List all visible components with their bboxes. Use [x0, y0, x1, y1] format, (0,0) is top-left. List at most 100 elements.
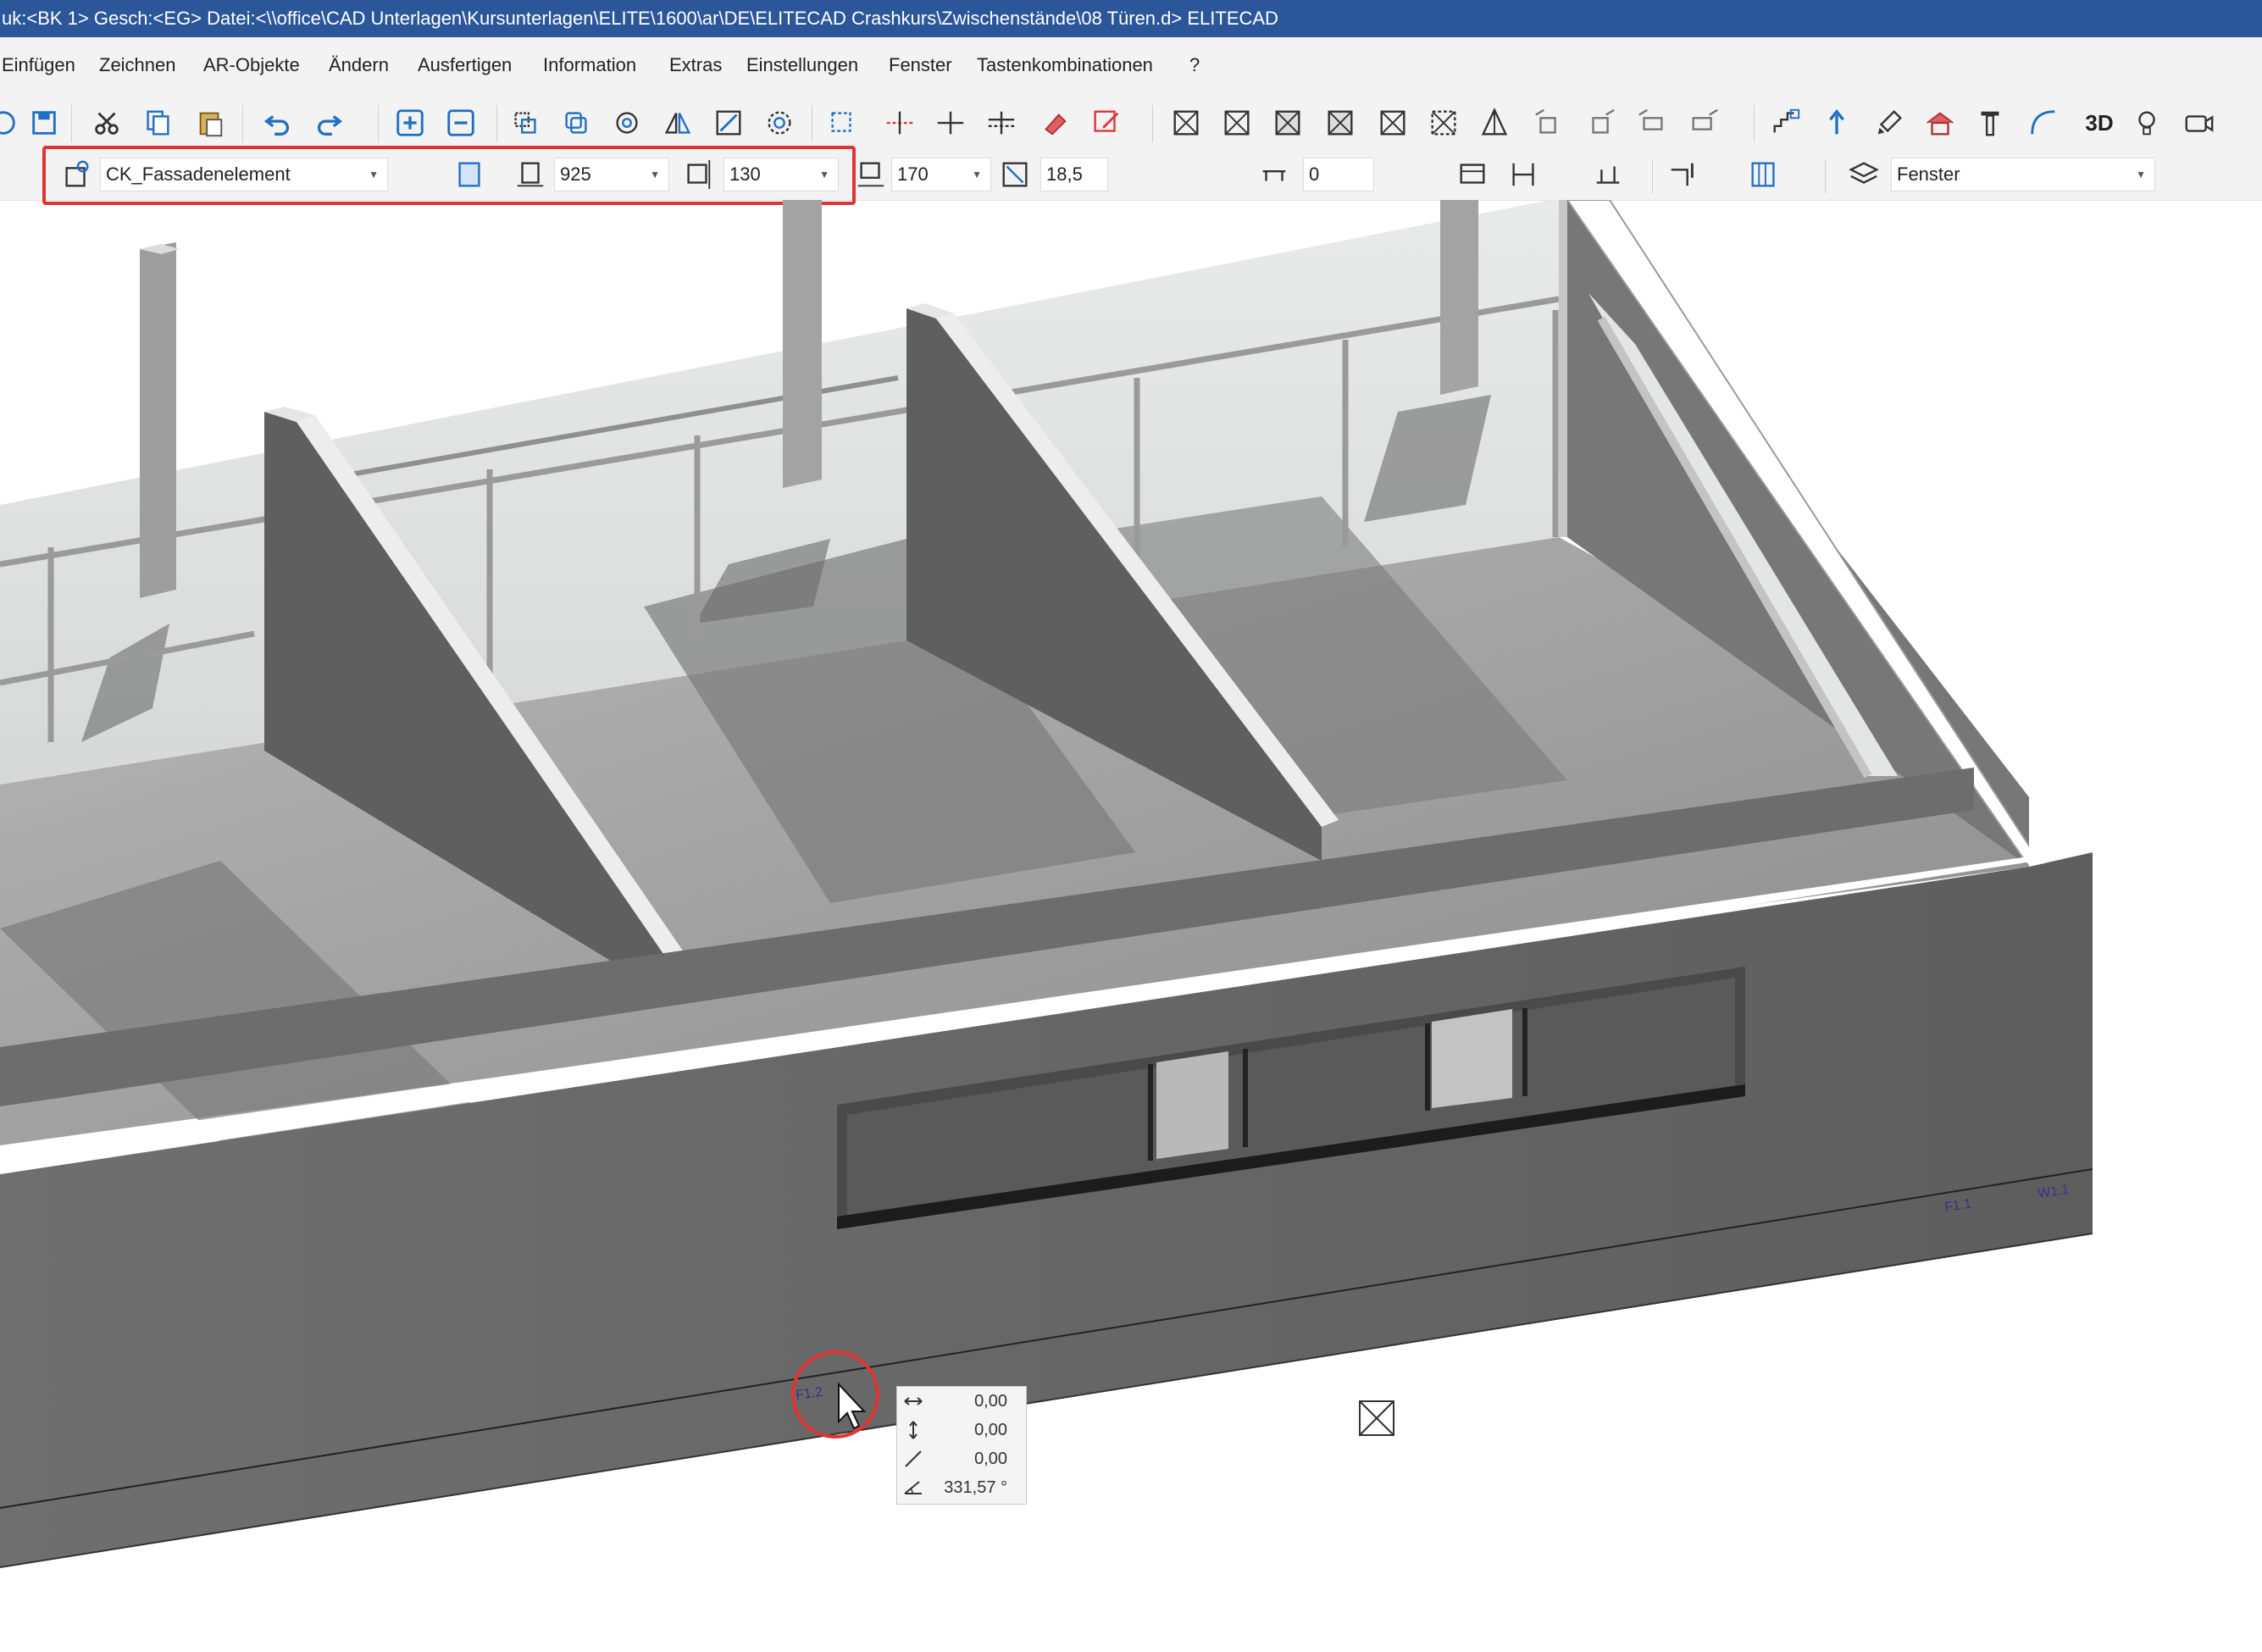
zoom-in-icon[interactable]: [391, 104, 429, 141]
sill-height-value: 170: [897, 164, 929, 185]
window-object-icon[interactable]: [1269, 104, 1306, 141]
offset-icon[interactable]: [1256, 156, 1293, 193]
3d-viewport[interactable]: F1.1 W1.1 F1.2: [0, 200, 2262, 1652]
coord-dx-value: 0,00: [974, 1392, 1007, 1411]
mirror-icon[interactable]: [659, 104, 696, 141]
door-icon[interactable]: [1583, 104, 1620, 141]
scale-icon[interactable]: [710, 104, 747, 141]
edit-pen-icon[interactable]: [1088, 104, 1125, 141]
paint-brush-icon[interactable]: [1871, 104, 1908, 141]
3d-view-icon[interactable]: 3D: [2076, 104, 2123, 141]
menu-extras[interactable]: Extras: [669, 54, 722, 76]
sill-height-input[interactable]: 170 ▼: [891, 158, 991, 191]
menu-information[interactable]: Information: [543, 54, 636, 76]
roof-icon[interactable]: [1921, 104, 1959, 141]
coord-dy-value: 0,00: [974, 1421, 1007, 1439]
window-object-icon[interactable]: [1218, 104, 1256, 141]
coordinate-tooltip: 0,00 0,00 0,00 331,57 °: [896, 1386, 1027, 1505]
grid-settings-icon[interactable]: [1745, 156, 1782, 193]
menu-ar-objekte[interactable]: AR-Objekte: [203, 54, 300, 76]
diagonal-arrow-icon: [905, 1450, 922, 1467]
chevron-down-icon: ▼: [2136, 169, 2146, 180]
3d-label: 3D: [2085, 109, 2114, 136]
coord-dz-value: 0,00: [974, 1450, 1007, 1468]
redo-icon[interactable]: [310, 104, 347, 141]
toolbar-separator: [71, 105, 72, 142]
back-right-wall-edge: [1559, 200, 1567, 537]
window-object-icon[interactable]: [1322, 104, 1359, 141]
angle-icon[interactable]: [996, 156, 1034, 193]
menu-einfuegen[interactable]: Einfügen: [2, 54, 75, 76]
property-highlight-box: [42, 146, 856, 205]
column: [140, 242, 176, 598]
window-title: uk:<BK 1> Gesch:<EG> Datei:<\\office\CAD…: [2, 8, 1278, 29]
door-icon[interactable]: [1633, 104, 1671, 141]
array-icon[interactable]: [761, 104, 798, 141]
offset-value: 0: [1309, 164, 1320, 185]
menu-tastenkombinationen[interactable]: Tastenkombinationen: [977, 54, 1153, 76]
menu-ausfertigen[interactable]: Ausfertigen: [418, 54, 512, 76]
light-bulb-icon[interactable]: [2128, 104, 2165, 141]
zoom-out-icon[interactable]: [442, 104, 480, 141]
vertical-arrow-icon: [909, 1421, 918, 1439]
menu-zeichnen[interactable]: Zeichnen: [99, 54, 176, 76]
level-up-icon[interactable]: [1818, 104, 1855, 141]
sill-height-icon[interactable]: [852, 156, 890, 193]
toolbar-separator: [1825, 159, 1826, 193]
stair-icon[interactable]: [1767, 104, 1805, 141]
door-icon[interactable]: [1530, 104, 1567, 141]
offset-input[interactable]: 0: [1303, 158, 1374, 191]
layer-value: Fenster: [1897, 164, 1960, 185]
snap-intersection-icon[interactable]: [932, 104, 969, 141]
menu-aendern[interactable]: Ändern: [329, 54, 389, 76]
rotate-icon[interactable]: [608, 104, 646, 141]
toolbar-separator: [496, 105, 497, 142]
door-leaf: [1156, 1051, 1228, 1159]
angle-icon: [904, 1481, 922, 1494]
settings-tool-icon[interactable]: [1664, 156, 1701, 193]
reveal-icon[interactable]: [1505, 156, 1542, 193]
coord-angle-row: 331,57 °: [897, 1473, 1028, 1502]
cut-icon[interactable]: [88, 104, 125, 141]
lintel-icon[interactable]: [1454, 156, 1491, 193]
menu-help[interactable]: ?: [1189, 54, 1200, 76]
coord-angle-value: 331,57 °: [944, 1478, 1007, 1497]
snap-parallel-icon[interactable]: [983, 104, 1020, 141]
eraser-icon[interactable]: [1035, 104, 1073, 141]
snap-grid-icon[interactable]: [823, 104, 861, 141]
pyramid-icon[interactable]: [1476, 104, 1513, 141]
insert-placeholder-icon[interactable]: [1359, 1400, 1394, 1436]
window-object-icon[interactable]: [1374, 104, 1411, 141]
arc-icon[interactable]: [2025, 104, 2062, 141]
coord-dy-row: 0,00: [897, 1416, 1028, 1444]
column-icon[interactable]: [1971, 104, 2008, 141]
copy-icon[interactable]: [139, 104, 176, 141]
undo-icon[interactable]: [259, 104, 297, 141]
sill-icon[interactable]: [1589, 156, 1627, 193]
angle-input[interactable]: 18,5: [1040, 158, 1108, 191]
window-object-icon[interactable]: [1167, 104, 1205, 141]
window-object-icon[interactable]: [1425, 104, 1462, 141]
menu-einstellungen[interactable]: Einstellungen: [746, 54, 858, 76]
window-title-bar: uk:<BK 1> Gesch:<EG> Datei:<\\office\CAD…: [0, 0, 2262, 37]
column: [783, 200, 822, 488]
layer-dropdown[interactable]: Fenster ▼: [1891, 158, 2155, 191]
layers-icon[interactable]: [1845, 156, 1882, 193]
save-icon[interactable]: [25, 104, 63, 141]
cursor-highlight-circle: [791, 1350, 879, 1439]
menu-fenster[interactable]: Fenster: [889, 54, 952, 76]
toolbar-separator: [1152, 105, 1153, 142]
door-leaf: [1432, 1009, 1512, 1108]
clock-icon[interactable]: [0, 104, 22, 141]
duplicate-icon[interactable]: [557, 104, 595, 141]
coord-dx-row: 0,00: [897, 1387, 1028, 1416]
angle-value: 18,5: [1046, 164, 1083, 185]
horizontal-arrow-icon: [904, 1397, 923, 1405]
camera-icon[interactable]: [2181, 104, 2218, 141]
main-toolbar: 3D: [0, 93, 2262, 152]
paste-icon[interactable]: [191, 104, 229, 141]
select-copy-icon[interactable]: [507, 104, 544, 141]
door-icon[interactable]: [1686, 104, 1723, 141]
snap-midpoint-icon[interactable]: [881, 104, 918, 141]
chevron-down-icon: ▼: [972, 169, 982, 180]
